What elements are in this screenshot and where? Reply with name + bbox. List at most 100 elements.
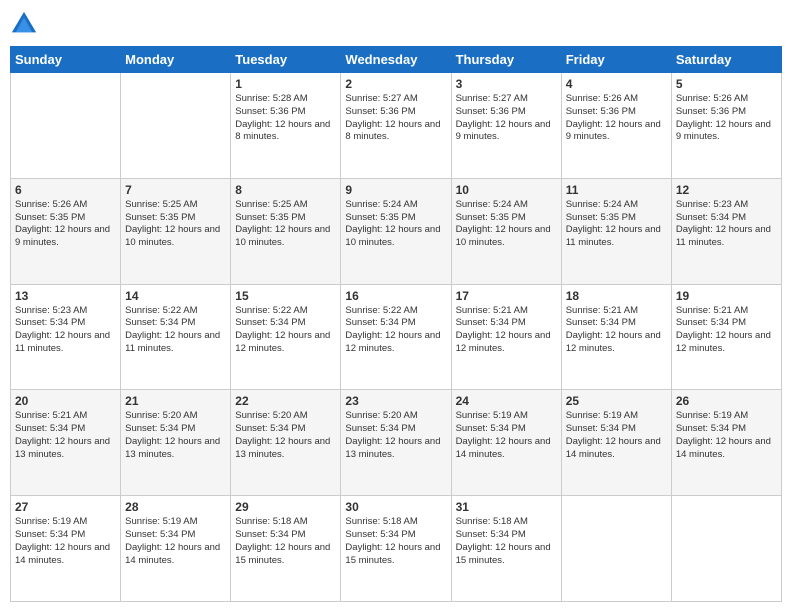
day-number: 19 — [676, 289, 777, 303]
day-number: 26 — [676, 394, 777, 408]
calendar-cell: 4 Sunrise: 5:26 AM Sunset: 5:36 PM Daylig… — [561, 73, 671, 179]
col-thursday: Thursday — [451, 47, 561, 73]
calendar-cell: 30 Sunrise: 5:18 AM Sunset: 5:34 PM Dayli… — [341, 496, 451, 602]
day-number: 27 — [15, 500, 116, 514]
day-number: 22 — [235, 394, 336, 408]
calendar-cell: 17 Sunrise: 5:21 AM Sunset: 5:34 PM Dayli… — [451, 284, 561, 390]
day-number: 13 — [15, 289, 116, 303]
day-info: Sunrise: 5:19 AM Sunset: 5:34 PM Dayligh… — [125, 516, 226, 567]
col-monday: Monday — [121, 47, 231, 73]
day-info: Sunrise: 5:20 AM Sunset: 5:34 PM Dayligh… — [235, 410, 336, 461]
day-info: Sunrise: 5:27 AM Sunset: 5:36 PM Dayligh… — [456, 93, 557, 144]
calendar-cell: 13 Sunrise: 5:23 AM Sunset: 5:34 PM Dayli… — [11, 284, 121, 390]
day-info: Sunrise: 5:21 AM Sunset: 5:34 PM Dayligh… — [456, 305, 557, 356]
day-info: Sunrise: 5:28 AM Sunset: 5:36 PM Dayligh… — [235, 93, 336, 144]
calendar-cell: 12Sunrise: 5:23 AM Sunset: 5:34 PM Dayli… — [671, 178, 781, 284]
day-info: Sunrise: 5:18 AM Sunset: 5:34 PM Dayligh… — [345, 516, 446, 567]
col-wednesday: Wednesday — [341, 47, 451, 73]
calendar-cell: 31 Sunrise: 5:18 AM Sunset: 5:34 PM Dayli… — [451, 496, 561, 602]
day-info: Sunrise: 5:20 AM Sunset: 5:34 PM Dayligh… — [345, 410, 446, 461]
day-info: Sunrise: 5:21 AM Sunset: 5:34 PM Dayligh… — [566, 305, 667, 356]
week-row-1: 1 Sunrise: 5:28 AM Sunset: 5:36 PM Daylig… — [11, 73, 782, 179]
day-number: 20 — [15, 394, 116, 408]
calendar-cell: 19 Sunrise: 5:21 AM Sunset: 5:34 PM Dayli… — [671, 284, 781, 390]
calendar-cell: 14Sunrise: 5:22 AM Sunset: 5:34 PM Dayli… — [121, 284, 231, 390]
day-number: 15 — [235, 289, 336, 303]
day-info: Sunrise: 5:22 AM Sunset: 5:34 PM Dayligh… — [125, 305, 226, 356]
calendar-cell: 24Sunrise: 5:19 AM Sunset: 5:34 PM Dayli… — [451, 390, 561, 496]
day-number: 16 — [345, 289, 446, 303]
page: Sunday Monday Tuesday Wednesday Thursday… — [0, 0, 792, 612]
day-number: 5 — [676, 77, 777, 91]
day-number: 24 — [456, 394, 557, 408]
day-info: Sunrise: 5:24 AM Sunset: 5:35 PM Dayligh… — [566, 199, 667, 250]
calendar-cell: 5 Sunrise: 5:26 AM Sunset: 5:36 PM Daylig… — [671, 73, 781, 179]
day-number: 4 — [566, 77, 667, 91]
calendar-cell: 6Sunrise: 5:26 AM Sunset: 5:35 PM Daylig… — [11, 178, 121, 284]
day-number: 9 — [345, 183, 446, 197]
calendar-cell — [671, 496, 781, 602]
day-info: Sunrise: 5:26 AM Sunset: 5:36 PM Dayligh… — [566, 93, 667, 144]
calendar-cell: 9 Sunrise: 5:24 AM Sunset: 5:35 PM Daylig… — [341, 178, 451, 284]
calendar-cell: 11 Sunrise: 5:24 AM Sunset: 5:35 PM Dayli… — [561, 178, 671, 284]
calendar-cell: 10 Sunrise: 5:24 AM Sunset: 5:35 PM Dayli… — [451, 178, 561, 284]
day-number: 25 — [566, 394, 667, 408]
calendar-cell: 2 Sunrise: 5:27 AM Sunset: 5:36 PM Daylig… — [341, 73, 451, 179]
calendar-cell: 20Sunrise: 5:21 AM Sunset: 5:34 PM Dayli… — [11, 390, 121, 496]
calendar-cell: 23 Sunrise: 5:20 AM Sunset: 5:34 PM Dayli… — [341, 390, 451, 496]
day-info: Sunrise: 5:25 AM Sunset: 5:35 PM Dayligh… — [235, 199, 336, 250]
day-number: 12 — [676, 183, 777, 197]
day-number: 2 — [345, 77, 446, 91]
day-number: 1 — [235, 77, 336, 91]
day-info: Sunrise: 5:19 AM Sunset: 5:34 PM Dayligh… — [15, 516, 116, 567]
day-number: 23 — [345, 394, 446, 408]
day-number: 7 — [125, 183, 226, 197]
day-info: Sunrise: 5:26 AM Sunset: 5:35 PM Dayligh… — [15, 199, 116, 250]
week-row-5: 27 Sunrise: 5:19 AM Sunset: 5:34 PM Dayli… — [11, 496, 782, 602]
day-info: Sunrise: 5:27 AM Sunset: 5:36 PM Dayligh… — [345, 93, 446, 144]
calendar-cell: 29Sunrise: 5:18 AM Sunset: 5:34 PM Dayli… — [231, 496, 341, 602]
logo — [10, 10, 42, 38]
day-info: Sunrise: 5:25 AM Sunset: 5:35 PM Dayligh… — [125, 199, 226, 250]
day-info: Sunrise: 5:23 AM Sunset: 5:34 PM Dayligh… — [15, 305, 116, 356]
day-info: Sunrise: 5:24 AM Sunset: 5:35 PM Dayligh… — [456, 199, 557, 250]
day-info: Sunrise: 5:26 AM Sunset: 5:36 PM Dayligh… — [676, 93, 777, 144]
calendar-table: Sunday Monday Tuesday Wednesday Thursday… — [10, 46, 782, 602]
col-tuesday: Tuesday — [231, 47, 341, 73]
calendar-cell: 8 Sunrise: 5:25 AM Sunset: 5:35 PM Daylig… — [231, 178, 341, 284]
day-info: Sunrise: 5:24 AM Sunset: 5:35 PM Dayligh… — [345, 199, 446, 250]
day-number: 3 — [456, 77, 557, 91]
day-info: Sunrise: 5:21 AM Sunset: 5:34 PM Dayligh… — [676, 305, 777, 356]
week-row-2: 6Sunrise: 5:26 AM Sunset: 5:35 PM Daylig… — [11, 178, 782, 284]
calendar-cell: 26Sunrise: 5:19 AM Sunset: 5:34 PM Dayli… — [671, 390, 781, 496]
day-number: 17 — [456, 289, 557, 303]
calendar-cell — [561, 496, 671, 602]
col-saturday: Saturday — [671, 47, 781, 73]
header — [10, 10, 782, 38]
day-number: 29 — [235, 500, 336, 514]
col-sunday: Sunday — [11, 47, 121, 73]
week-row-4: 20Sunrise: 5:21 AM Sunset: 5:34 PM Dayli… — [11, 390, 782, 496]
calendar-cell — [11, 73, 121, 179]
day-info: Sunrise: 5:18 AM Sunset: 5:34 PM Dayligh… — [456, 516, 557, 567]
day-info: Sunrise: 5:20 AM Sunset: 5:34 PM Dayligh… — [125, 410, 226, 461]
calendar-cell — [121, 73, 231, 179]
day-info: Sunrise: 5:19 AM Sunset: 5:34 PM Dayligh… — [566, 410, 667, 461]
day-number: 21 — [125, 394, 226, 408]
calendar-cell: 25 Sunrise: 5:19 AM Sunset: 5:34 PM Dayli… — [561, 390, 671, 496]
day-info: Sunrise: 5:22 AM Sunset: 5:34 PM Dayligh… — [235, 305, 336, 356]
col-friday: Friday — [561, 47, 671, 73]
calendar-cell: 27 Sunrise: 5:19 AM Sunset: 5:34 PM Dayli… — [11, 496, 121, 602]
day-number: 30 — [345, 500, 446, 514]
day-number: 31 — [456, 500, 557, 514]
calendar-cell: 22 Sunrise: 5:20 AM Sunset: 5:34 PM Dayli… — [231, 390, 341, 496]
header-row: Sunday Monday Tuesday Wednesday Thursday… — [11, 47, 782, 73]
day-number: 10 — [456, 183, 557, 197]
day-number: 8 — [235, 183, 336, 197]
day-number: 11 — [566, 183, 667, 197]
day-number: 28 — [125, 500, 226, 514]
calendar-cell: 21 Sunrise: 5:20 AM Sunset: 5:34 PM Dayli… — [121, 390, 231, 496]
day-number: 18 — [566, 289, 667, 303]
calendar-cell: 15 Sunrise: 5:22 AM Sunset: 5:34 PM Dayli… — [231, 284, 341, 390]
calendar-cell: 3 Sunrise: 5:27 AM Sunset: 5:36 PM Daylig… — [451, 73, 561, 179]
